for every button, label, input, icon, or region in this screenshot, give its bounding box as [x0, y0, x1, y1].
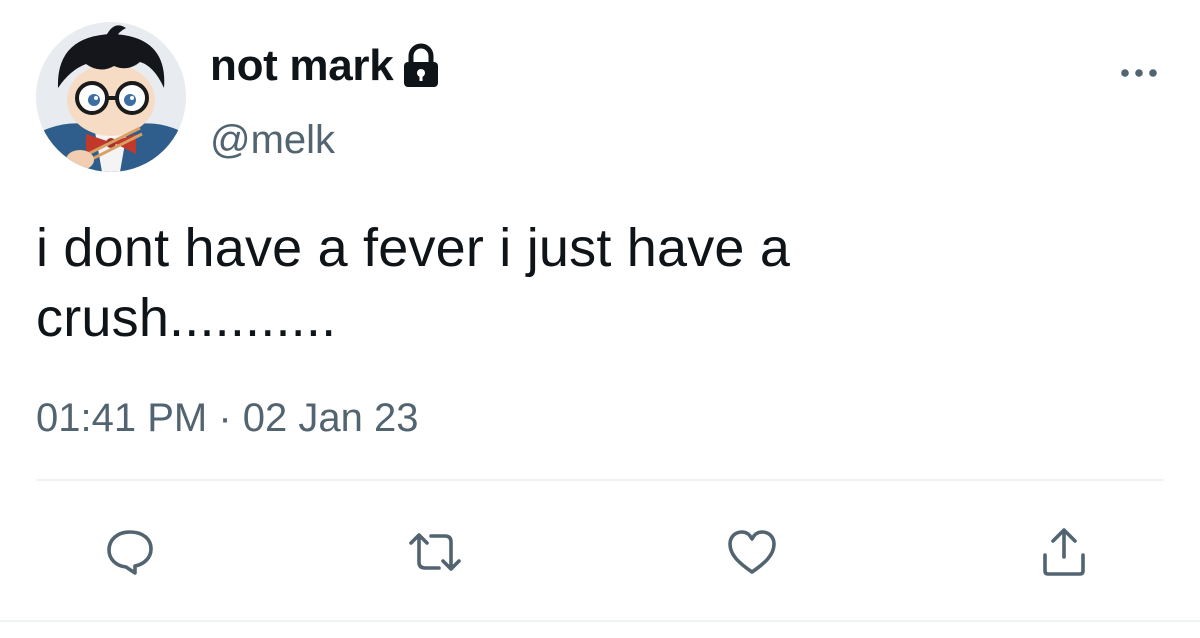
- reply-button[interactable]: [100, 522, 160, 582]
- retweet-button[interactable]: [405, 522, 465, 582]
- speech-bubble-icon: [107, 530, 153, 575]
- avatar-image: [36, 22, 186, 172]
- user-handle[interactable]: @melk: [210, 114, 335, 166]
- share-upload-icon: [1043, 528, 1085, 576]
- tweet-text-line: crush...........: [36, 288, 337, 348]
- tweet-text-line: i dont have a fever i just have a: [36, 218, 791, 278]
- timestamp-separator: ·: [218, 396, 232, 440]
- tweet-timestamp[interactable]: 01:41 PM · 02 Jan 23: [36, 392, 419, 444]
- heart-icon: [728, 530, 776, 574]
- tweet-text: i dont have a fever i just have a crush.…: [36, 213, 1156, 353]
- lock-icon: [401, 43, 441, 89]
- divider: [36, 479, 1164, 481]
- tweet-time[interactable]: 01:41 PM: [36, 396, 207, 440]
- share-button[interactable]: [1034, 522, 1094, 582]
- tweet-date[interactable]: 02 Jan 23: [243, 396, 419, 440]
- retweet-arrows-icon: [409, 533, 461, 571]
- display-name[interactable]: not mark: [210, 38, 394, 94]
- avatar[interactable]: [36, 22, 186, 172]
- more-options-button[interactable]: [1116, 58, 1162, 88]
- tweet-card: not mark @melk i dont have a fever i jus…: [0, 0, 1200, 638]
- ellipsis-icon: [1121, 69, 1157, 77]
- bottom-divider: [0, 620, 1200, 622]
- display-name-row[interactable]: not mark: [210, 38, 441, 94]
- like-button[interactable]: [722, 522, 782, 582]
